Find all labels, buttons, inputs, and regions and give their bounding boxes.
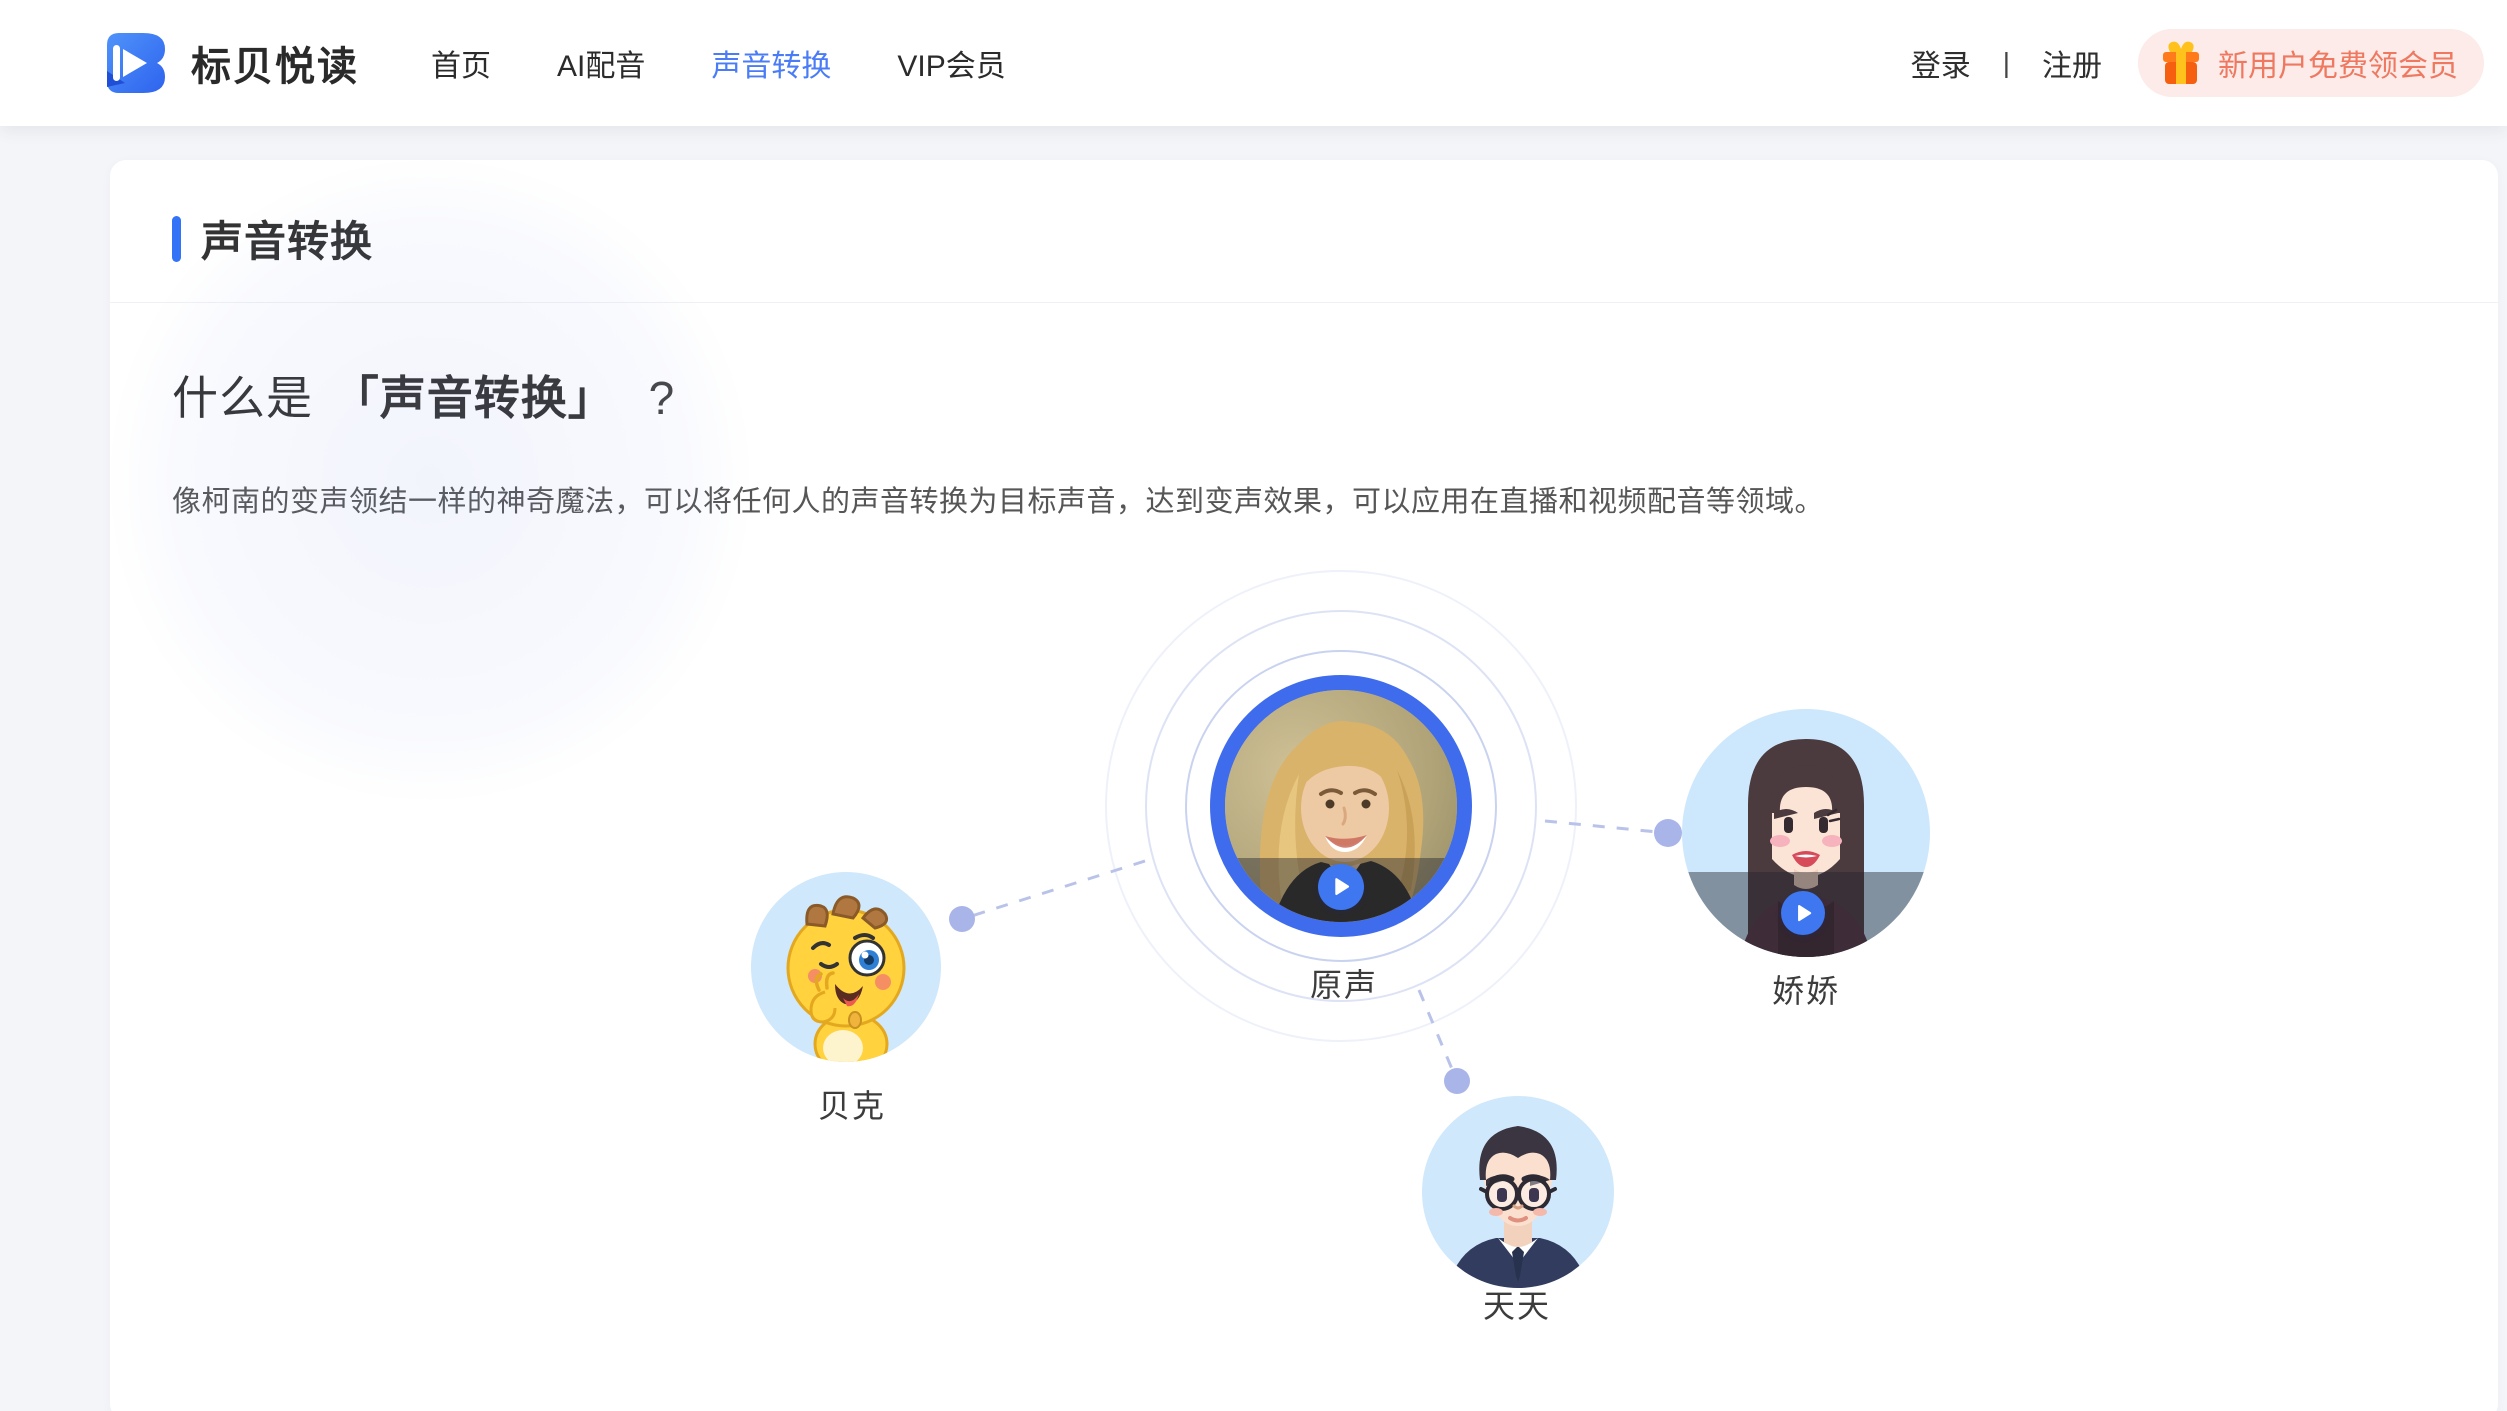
voice-conversion-page: 标贝悦读 首页 AI配音 声音转换 VIP会员 登录 | 注册 新用户免费领会员: [0, 0, 2507, 1411]
header-actions: 登录 | 注册 新用户免费领会员: [1911, 29, 2484, 97]
register-link[interactable]: 注册: [2042, 41, 2102, 85]
main-nav: 首页 AI配音 声音转换 VIP会员: [431, 41, 1006, 85]
nav-item-vip[interactable]: VIP会员: [897, 41, 1005, 85]
brand-play-logo-icon: [103, 31, 165, 95]
play-icon: [1793, 903, 1813, 923]
nav-item-voice-conversion[interactable]: 声音转换: [711, 41, 831, 85]
voice-label-jiaojiao: 娇娇: [1686, 966, 1926, 1012]
voice-label-original: 原声: [1224, 960, 1464, 1006]
avatar-beike[interactable]: [751, 872, 941, 1062]
brand-title: 标贝悦读: [191, 34, 359, 92]
nav-item-home[interactable]: 首页: [431, 41, 491, 85]
voice-label-tiantian: 天天: [1397, 1281, 1637, 1327]
play-original-button[interactable]: [1318, 864, 1364, 910]
nav-item-ai-dubbing[interactable]: AI配音: [557, 41, 645, 85]
voice-conversion-diagram: 原声: [110, 160, 2498, 1411]
avatar-original-voice[interactable]: [1210, 675, 1472, 937]
voice-label-beike: 贝克: [732, 1081, 972, 1127]
connector-dot-tiantian: [1444, 1068, 1470, 1094]
play-jiaojiao-button[interactable]: [1781, 891, 1825, 935]
content-card: 声音转换 什么是 「声音转换」 ? 像柯南的变声领结一样的神奇魔法，可以将任何人…: [110, 160, 2498, 1411]
play-icon: [1330, 876, 1351, 897]
brand[interactable]: 标贝悦读: [103, 31, 359, 95]
new-user-promo-button[interactable]: 新用户免费领会员: [2138, 29, 2484, 97]
connector-dot-jiaojiao: [1654, 819, 1682, 847]
gift-icon: [2158, 40, 2204, 86]
tiantian-illustration: [1422, 1096, 1614, 1288]
avatar-jiaojiao[interactable]: [1682, 709, 1930, 957]
promo-label: 新用户免费领会员: [2218, 41, 2458, 85]
auth-divider: |: [2003, 47, 2010, 79]
avatar-tiantian[interactable]: [1422, 1096, 1614, 1288]
beike-cartoon: [751, 872, 941, 1062]
login-link[interactable]: 登录: [1911, 41, 1971, 85]
connector-dot-beike: [949, 906, 975, 932]
top-navbar: 标贝悦读 首页 AI配音 声音转换 VIP会员 登录 | 注册 新用户免费领会员: [0, 0, 2507, 126]
